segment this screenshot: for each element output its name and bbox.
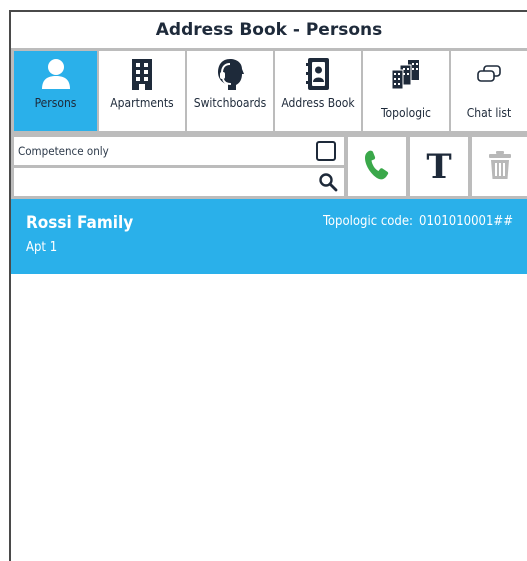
address-book-icon xyxy=(301,57,335,91)
search-field xyxy=(14,168,344,196)
tab-label: Apartments xyxy=(110,96,174,110)
address-book-window: Address Book - Persons Persons Apartment… xyxy=(9,10,527,561)
tab-switchboards[interactable]: Switchboards xyxy=(187,51,273,131)
tab-topologic[interactable]: Topologic xyxy=(363,51,449,131)
topologic-code: Topologic code: 0101010001## xyxy=(323,214,513,229)
text-t-icon: T xyxy=(426,146,452,187)
search-icon[interactable] xyxy=(318,172,338,192)
toolbar-area: Competence only T xyxy=(11,134,527,199)
list-item[interactable]: Rossi Family Apt 1 Topologic code: 010101… xyxy=(11,199,527,274)
tab-label: Address Book xyxy=(281,96,355,110)
tab-bar: Persons Apartments Switchboards Address … xyxy=(11,48,527,134)
window-title: Address Book - Persons xyxy=(11,12,527,48)
competence-only-checkbox[interactable] xyxy=(316,141,336,161)
search-input[interactable] xyxy=(18,171,308,193)
text-button[interactable]: T xyxy=(410,137,468,196)
call-button[interactable] xyxy=(348,137,406,196)
buildings-cluster-icon xyxy=(389,57,423,91)
tab-chat-list[interactable]: Chat list xyxy=(451,51,527,131)
chat-bubbles-icon xyxy=(472,57,506,91)
competence-only-label: Competence only xyxy=(18,144,109,158)
apartment-label: Apt 1 xyxy=(26,240,58,255)
competence-filter: Competence only xyxy=(14,137,344,165)
tab-address-book[interactable]: Address Book xyxy=(275,51,361,131)
delete-button[interactable] xyxy=(472,137,527,196)
topologic-code-value: 0101010001## xyxy=(419,214,513,229)
tab-label: Chat list xyxy=(466,106,512,120)
tab-label: Topologic xyxy=(380,106,431,120)
headset-operator-icon xyxy=(213,57,247,91)
phone-icon xyxy=(364,149,390,185)
tab-label: Persons xyxy=(34,96,77,110)
tab-persons[interactable]: Persons xyxy=(14,51,97,131)
person-icon xyxy=(39,57,73,91)
person-name: Rossi Family xyxy=(26,213,134,233)
tab-apartments[interactable]: Apartments xyxy=(99,51,185,131)
tab-label: Switchboards xyxy=(193,96,267,110)
topologic-code-label: Topologic code: xyxy=(322,214,413,229)
building-icon xyxy=(125,57,159,91)
trash-icon xyxy=(488,150,512,184)
